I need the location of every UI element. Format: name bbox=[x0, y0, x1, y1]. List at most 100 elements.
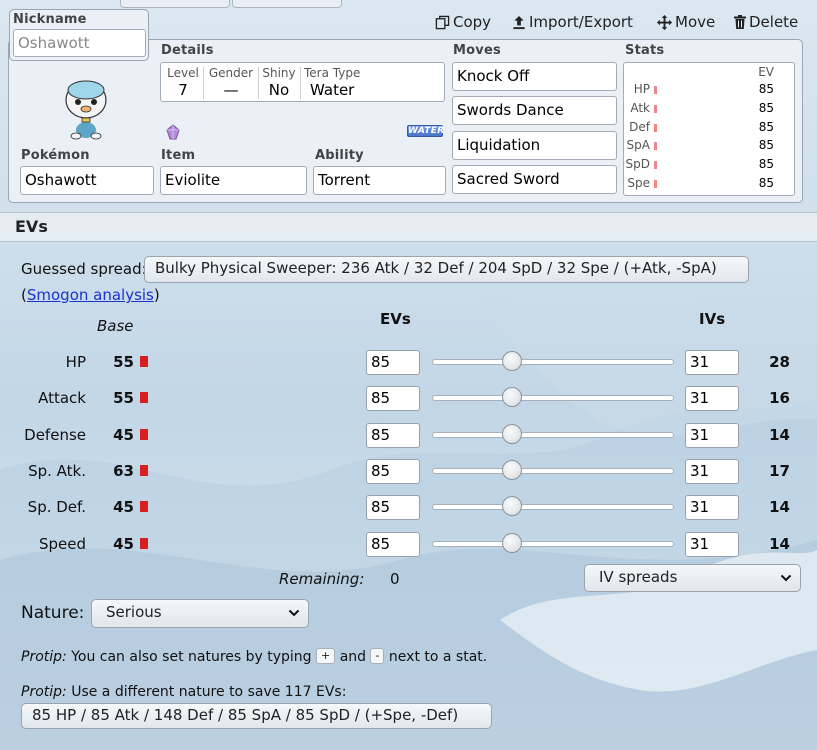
stat-bar bbox=[654, 124, 657, 132]
ev-input[interactable]: 85 bbox=[366, 386, 420, 411]
ev-slider-thumb[interactable] bbox=[501, 351, 522, 371]
ev-slider-track[interactable] bbox=[432, 468, 674, 474]
move-arrows-icon bbox=[657, 14, 672, 30]
stat-bar bbox=[654, 180, 657, 188]
divider bbox=[203, 67, 204, 99]
move-input-1[interactable]: Knock Off bbox=[452, 62, 617, 91]
iv-input[interactable]: 31 bbox=[685, 495, 739, 520]
stat-name: HP bbox=[633, 82, 650, 96]
iv-spreads-select[interactable]: IV spreads bbox=[584, 564, 801, 592]
ev-input[interactable]: 85 bbox=[366, 350, 420, 375]
stat-row-name: Defense bbox=[24, 426, 86, 444]
tera-value: Water bbox=[310, 81, 355, 99]
detail-shiny: Shiny No bbox=[260, 66, 298, 99]
ev-slider-thumb[interactable] bbox=[501, 424, 522, 444]
smogon-analysis-link[interactable]: Smogon analysis bbox=[27, 286, 154, 304]
import-export-button[interactable]: Import/Export bbox=[512, 13, 633, 31]
stat-ev: 85 bbox=[758, 82, 774, 96]
iv-input[interactable]: 31 bbox=[685, 386, 739, 411]
move-button[interactable]: Move bbox=[657, 13, 715, 31]
pokemon-input[interactable]: Oshawott bbox=[20, 166, 154, 195]
ev-slider-track[interactable] bbox=[432, 541, 674, 547]
guessed-spread-button[interactable]: Bulky Physical Sweeper: 236 Atk / 32 Def… bbox=[144, 256, 749, 283]
details-box[interactable]: Level 7 Gender — Shiny No Tera Type Wate… bbox=[160, 62, 445, 102]
ev-slider-track[interactable] bbox=[432, 432, 674, 438]
base-stat-bar bbox=[140, 465, 148, 476]
ev-input[interactable]: 85 bbox=[366, 459, 420, 484]
paren-close: ) bbox=[153, 286, 160, 304]
top-tabs bbox=[0, 0, 817, 8]
stat-ev: 85 bbox=[758, 101, 774, 115]
move-input-2[interactable]: Swords Dance bbox=[452, 96, 617, 125]
iv-input[interactable]: 31 bbox=[685, 532, 739, 557]
ev-slider-thumb[interactable] bbox=[501, 460, 522, 480]
stats-ev-header: EV bbox=[758, 65, 774, 79]
stat-row-base: 45 bbox=[113, 535, 134, 553]
stat-row: SpA 85 bbox=[624, 138, 794, 156]
item-label: Item bbox=[161, 148, 196, 163]
ev-input[interactable]: 85 bbox=[366, 495, 420, 520]
eviolite-icon bbox=[166, 124, 180, 140]
item-input[interactable]: Eviolite bbox=[160, 166, 307, 195]
stat-row: SpD 85 bbox=[624, 157, 794, 175]
copy-label: Copy bbox=[453, 13, 492, 31]
delete-label: Delete bbox=[749, 13, 799, 31]
ability-input[interactable]: Torrent bbox=[313, 166, 446, 195]
ev-input[interactable]: 85 bbox=[366, 532, 420, 557]
stat-row-base: 45 bbox=[113, 498, 134, 516]
stat-total: 14 bbox=[769, 426, 790, 444]
stats-box[interactable]: EV HP 85 Atk 85 Def 85 SpA 85 SpD 85 Spe 85 bbox=[623, 62, 795, 196]
iv-input[interactable]: 31 bbox=[685, 423, 739, 448]
move-input-3[interactable]: Liquidation bbox=[452, 131, 617, 160]
copy-icon bbox=[435, 15, 450, 29]
ev-slider-thumb[interactable] bbox=[501, 533, 522, 553]
iv-input[interactable]: 31 bbox=[685, 459, 739, 484]
protip-label: Protip: bbox=[21, 649, 67, 665]
gender-label: Gender bbox=[208, 66, 254, 80]
protip-text: You can also set natures by typing bbox=[71, 649, 312, 665]
alternate-spread-button[interactable]: 85 HP / 85 Atk / 148 Def / 85 SpA / 85 S… bbox=[21, 703, 492, 729]
stat-ev: 85 bbox=[758, 120, 774, 134]
ivs-header: IVs bbox=[699, 310, 726, 328]
guessed-spread-label: Guessed spread: bbox=[21, 260, 147, 278]
stat-name: SpA bbox=[626, 138, 650, 152]
stat-row: Def 85 bbox=[624, 120, 794, 138]
stat-row-base: 55 bbox=[113, 353, 134, 371]
ev-slider-track[interactable] bbox=[432, 359, 674, 365]
iv-input[interactable]: 31 bbox=[685, 350, 739, 375]
copy-button[interactable]: Copy bbox=[435, 13, 491, 31]
base-stat-bar bbox=[140, 392, 148, 403]
ability-label: Ability bbox=[315, 148, 364, 163]
evs-title: EVs bbox=[15, 217, 48, 236]
smogon-analysis-line: (Smogon analysis) bbox=[21, 286, 160, 304]
divider bbox=[300, 67, 301, 99]
gender-value: — bbox=[223, 81, 239, 99]
tab-previous[interactable] bbox=[120, 0, 230, 8]
tab-next[interactable] bbox=[232, 0, 342, 8]
nature-value: Serious bbox=[106, 603, 162, 621]
ev-slider-thumb[interactable] bbox=[501, 387, 522, 407]
delete-button[interactable]: Delete bbox=[734, 13, 798, 31]
nickname-input[interactable]: Oshawott bbox=[13, 29, 146, 57]
stat-row: HP 85 bbox=[624, 82, 794, 100]
pokemon-sprite bbox=[65, 80, 107, 140]
iv-spreads-label: IV spreads bbox=[599, 568, 678, 586]
stat-total: 17 bbox=[769, 462, 790, 480]
remaining-value: 0 bbox=[390, 570, 400, 588]
moves-label: Moves bbox=[453, 43, 501, 58]
stats-label: Stats bbox=[625, 43, 665, 58]
stat-name: Spe bbox=[627, 176, 650, 190]
move-input-4[interactable]: Sacred Sword bbox=[452, 165, 617, 194]
nature-select[interactable]: Serious bbox=[91, 599, 309, 628]
ev-slider-track[interactable] bbox=[432, 504, 674, 510]
ev-slider-thumb[interactable] bbox=[501, 496, 522, 516]
ev-slider-track[interactable] bbox=[432, 395, 674, 401]
stat-bar bbox=[654, 161, 657, 169]
stat-row-base: 63 bbox=[113, 462, 134, 480]
stat-total: 14 bbox=[769, 498, 790, 516]
stat-ev: 85 bbox=[758, 176, 774, 190]
level-value: 7 bbox=[178, 81, 188, 99]
ev-input[interactable]: 85 bbox=[366, 423, 420, 448]
plus-key: + bbox=[316, 648, 336, 664]
stat-bar bbox=[654, 142, 657, 150]
